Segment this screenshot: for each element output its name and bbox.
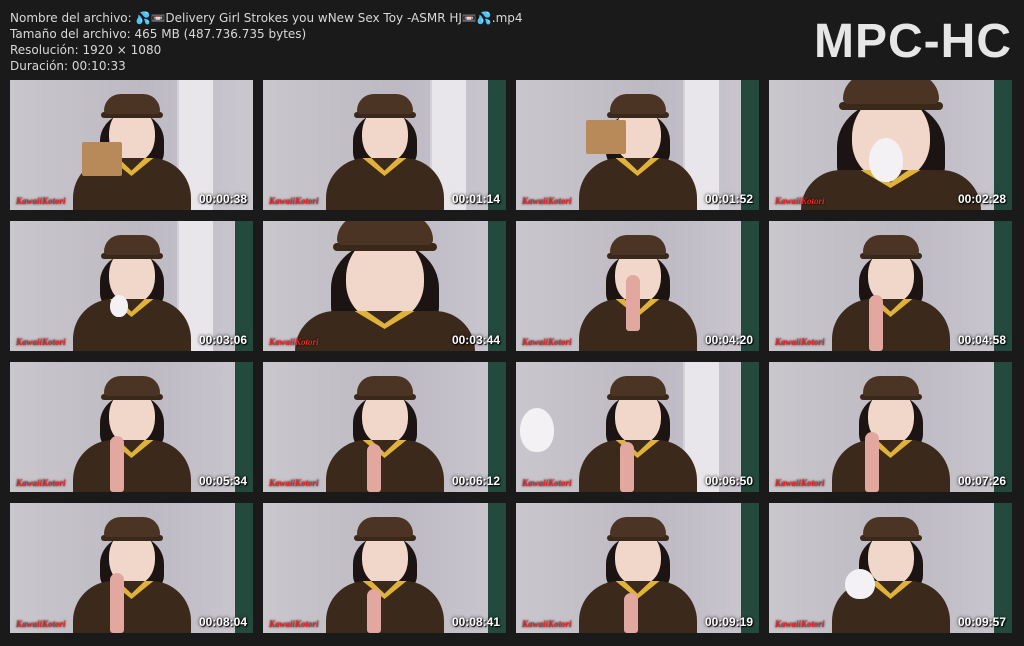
toy-shaft <box>869 295 883 351</box>
thumbnail[interactable]: KawaiiKotori 00:05:34 <box>10 362 253 492</box>
thumbnail[interactable]: KawaiiKotori 00:02:28 <box>769 80 1012 210</box>
wall-accent <box>741 362 759 492</box>
thumbnail[interactable]: KawaiiKotori 00:08:41 <box>263 503 506 633</box>
thumbnail[interactable]: KawaiiKotori 00:00:38 <box>10 80 253 210</box>
egg-toy <box>520 408 554 452</box>
thumbnail[interactable]: KawaiiKotori 00:07:26 <box>769 362 1012 492</box>
person-figure <box>325 90 445 210</box>
app-brand-logo: MPC-HC <box>814 15 1012 68</box>
wall-accent <box>994 362 1012 492</box>
watermark-logo: KawaiiKotori <box>522 478 572 488</box>
watermark-logo: KawaiiKotori <box>16 196 66 206</box>
timestamp: 00:06:12 <box>451 474 500 488</box>
watermark-logo: KawaiiKotori <box>522 196 572 206</box>
timestamp: 00:06:50 <box>704 474 753 488</box>
timestamp: 00:03:06 <box>198 333 247 347</box>
package-box <box>586 120 626 154</box>
thumbnail[interactable]: KawaiiKotori 00:04:58 <box>769 221 1012 351</box>
watermark-logo: KawaiiKotori <box>269 196 319 206</box>
timestamp: 00:07:26 <box>957 474 1006 488</box>
egg-toy <box>869 138 903 182</box>
timestamp: 00:01:52 <box>704 192 753 206</box>
toy-shaft <box>367 589 381 633</box>
toy-shaft <box>620 442 634 492</box>
watermark-logo: KawaiiKotori <box>522 337 572 347</box>
wall-accent <box>488 362 506 492</box>
watermark-logo: KawaiiKotori <box>16 619 66 629</box>
thumbnail[interactable]: KawaiiKotori 00:01:52 <box>516 80 759 210</box>
thumbnail[interactable]: KawaiiKotori 00:01:14 <box>263 80 506 210</box>
wall-accent <box>235 221 253 351</box>
thumbnail[interactable]: KawaiiKotori 00:03:44 <box>263 221 506 351</box>
watermark-logo: KawaiiKotori <box>269 478 319 488</box>
filename-text: Nombre del archivo: 💦📼Delivery Girl Stro… <box>10 11 523 25</box>
resolution-text: Resolución: 1920 × 1080 <box>10 43 162 57</box>
watermark-logo: KawaiiKotori <box>16 337 66 347</box>
person-figure <box>72 231 192 351</box>
person-figure <box>578 372 698 492</box>
wall-accent <box>488 80 506 210</box>
watermark-logo: KawaiiKotori <box>269 337 319 347</box>
wall-accent <box>994 221 1012 351</box>
watermark-logo: KawaiiKotori <box>775 196 825 206</box>
person-figure <box>294 221 475 351</box>
timestamp: 00:03:44 <box>451 333 500 347</box>
watermark-logo: KawaiiKotori <box>775 619 825 629</box>
person-figure <box>72 372 192 492</box>
timestamp: 00:00:38 <box>198 192 247 206</box>
toy-shaft <box>110 436 124 492</box>
toy-shaft <box>865 432 879 492</box>
package-box <box>82 142 122 176</box>
wall-accent <box>235 362 253 492</box>
thumbnail[interactable]: KawaiiKotori 00:06:12 <box>263 362 506 492</box>
duration-text: Duración: 00:10:33 <box>10 59 126 73</box>
thumbnail[interactable]: KawaiiKotori 00:08:04 <box>10 503 253 633</box>
person-figure <box>72 513 192 633</box>
toy-shaft <box>626 275 640 331</box>
wall-accent <box>488 503 506 633</box>
wall-accent <box>488 221 506 351</box>
wall-accent <box>741 503 759 633</box>
person-figure <box>325 372 445 492</box>
timestamp: 00:04:20 <box>704 333 753 347</box>
person-figure <box>325 513 445 633</box>
egg-toy <box>110 295 128 317</box>
thumbnail[interactable]: KawaiiKotori 00:04:20 <box>516 221 759 351</box>
thumbnail[interactable]: KawaiiKotori 00:03:06 <box>10 221 253 351</box>
toy-shaft <box>110 573 124 633</box>
watermark-logo: KawaiiKotori <box>522 619 572 629</box>
egg-toy <box>845 569 875 599</box>
watermark-logo: KawaiiKotori <box>775 478 825 488</box>
filesize-text: Tamaño del archivo: 465 MB (487.736.735 … <box>10 27 307 41</box>
thumbnail[interactable]: KawaiiKotori 00:09:19 <box>516 503 759 633</box>
timestamp: 00:08:41 <box>451 615 500 629</box>
toy-shaft <box>367 444 381 492</box>
timestamp: 00:09:57 <box>957 615 1006 629</box>
person-figure <box>831 231 951 351</box>
thumbnail-grid: KawaiiKotori 00:00:38 KawaiiKotori 00:01… <box>10 80 1014 634</box>
person-figure <box>831 372 951 492</box>
watermark-logo: KawaiiKotori <box>16 478 66 488</box>
watermark-logo: KawaiiKotori <box>775 337 825 347</box>
wall-accent <box>741 80 759 210</box>
timestamp: 00:08:04 <box>198 615 247 629</box>
wall-accent <box>994 503 1012 633</box>
timestamp: 00:04:58 <box>957 333 1006 347</box>
thumbnail[interactable]: KawaiiKotori 00:09:57 <box>769 503 1012 633</box>
file-info: Nombre del archivo: 💦📼Delivery Girl Stro… <box>10 10 523 74</box>
timestamp: 00:02:28 <box>957 192 1006 206</box>
wall-accent <box>235 503 253 633</box>
timestamp: 00:01:14 <box>451 192 500 206</box>
wall-accent <box>741 221 759 351</box>
toy-shaft <box>624 593 638 633</box>
thumbnail[interactable]: KawaiiKotori 00:06:50 <box>516 362 759 492</box>
timestamp: 00:09:19 <box>704 615 753 629</box>
wall-accent <box>994 80 1012 210</box>
timestamp: 00:05:34 <box>198 474 247 488</box>
watermark-logo: KawaiiKotori <box>269 619 319 629</box>
